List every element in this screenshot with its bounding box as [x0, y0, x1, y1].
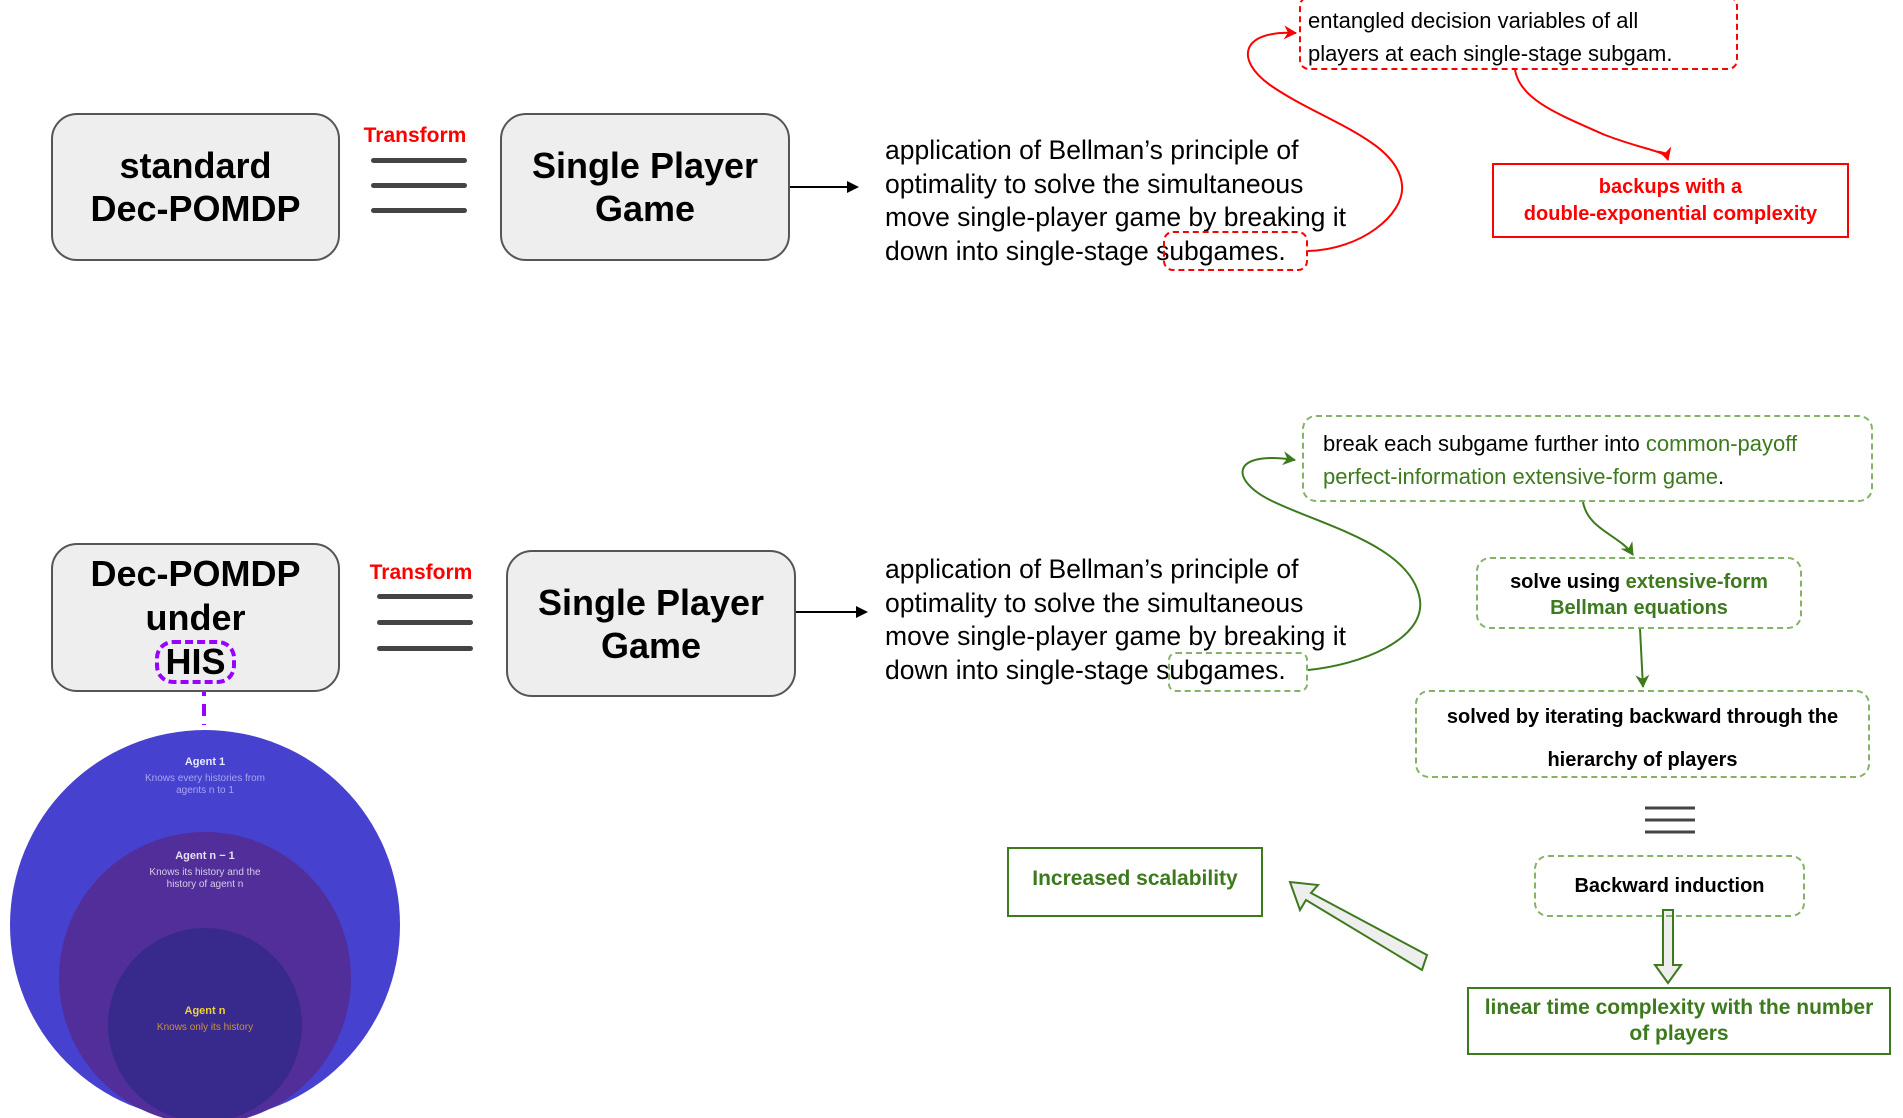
green-arrow-break-to-solve — [1582, 501, 1634, 556]
target-box-line1: Single Player — [531, 145, 759, 186]
explanation-line: optimality to solve the simultaneous — [885, 168, 1304, 199]
agent-1-label: Agent 1 Knows every histories from agent… — [85, 756, 325, 797]
dec-pomdp-under-his-box: Dec-POMDP under HIS — [51, 543, 340, 692]
entangled-line1: entangled decision variables of all — [1308, 8, 1639, 33]
source-box-line2: under — [145, 596, 246, 638]
bellman-equations-highlight: Bellman equations — [1550, 597, 1728, 619]
red-curve-entangled-to-backups — [1514, 69, 1672, 161]
subgames-dashed-frame-green — [1168, 652, 1308, 692]
his-highlight: HIS — [155, 639, 236, 684]
source-box-line2: Dec-POMDP — [90, 188, 301, 229]
extensive-form-game-highlight: perfect-information extensive-form game — [1323, 464, 1718, 489]
agent-n-label: Agent n Knows only its history — [85, 1005, 325, 1034]
equals-bar — [377, 594, 473, 599]
break-subgame-note: break each subgame further into common-p… — [1302, 415, 1873, 502]
agent-1-desc: Knows every histories from — [144, 773, 266, 784]
agent-n-minus-1-label: Agent n − 1 Knows its history and the hi… — [85, 850, 325, 891]
target-box-line2: Game — [594, 188, 696, 229]
break-suffix: . — [1717, 464, 1725, 489]
backward-induction-box: Backward induction — [1534, 855, 1805, 917]
explanation-line: down into single-stage — [885, 235, 1157, 266]
agent-n-minus-1-desc: Knows its history and the — [149, 867, 261, 878]
break-prefix: break each subgame further into — [1323, 431, 1646, 456]
explanation-line: down into single-stage — [885, 654, 1157, 685]
subgames-dashed-frame-red — [1163, 231, 1308, 271]
linear-line1: linear time complexity with the number — [1484, 996, 1874, 1019]
source-box-line1: Dec-POMDP — [90, 552, 301, 594]
iterate-line1: solved by iterating backward through the — [1446, 706, 1839, 728]
single-player-game-box-top: Single Player Game — [500, 113, 790, 261]
increased-scalability-box: Increased scalability — [1007, 847, 1263, 917]
explanation-line: move single-player game by breaking it — [885, 202, 1347, 233]
equals-bar — [377, 620, 473, 625]
agent-1-title: Agent 1 — [184, 756, 226, 768]
explanation-line: move single-player game by breaking it — [885, 621, 1347, 652]
iterate-backward-note: solved by iterating backward through the… — [1415, 690, 1870, 778]
solve-prefix: solve using — [1510, 571, 1626, 593]
agent-n-title: Agent n — [184, 1005, 226, 1017]
target-box-line2: Game — [600, 624, 702, 666]
common-payoff-highlight: common-payoff — [1645, 431, 1798, 456]
equals-bar — [377, 646, 473, 651]
linear-line2: of players — [1629, 1022, 1729, 1045]
equals-bar — [371, 208, 467, 213]
agent-n-minus-1-title: Agent n − 1 — [175, 850, 235, 862]
agent-n-minus-1-desc: history of agent n — [166, 879, 244, 890]
equals-symbol-bottom — [377, 594, 473, 651]
block-arrow-down — [1653, 909, 1683, 985]
iterate-line2: hierarchy of players — [1547, 749, 1738, 771]
green-arrow-solve-to-iterate — [1635, 628, 1650, 688]
standard-dec-pomdp-box: standard Dec-POMDP — [51, 113, 340, 261]
agent-1-desc: agents n to 1 — [176, 785, 234, 796]
entangled-variables-note: entangled decision variables of all play… — [1299, 0, 1738, 70]
solve-using-bellman-note: solve using extensive-form Bellman equat… — [1476, 557, 1802, 629]
agent-n-desc: Knows only its history — [156, 1022, 254, 1033]
extensive-form-highlight: extensive-form — [1625, 571, 1768, 593]
linear-time-complexity-box: linear time complexity with the number o… — [1467, 987, 1891, 1055]
transform-label-bottom: Transform — [369, 561, 473, 584]
equals-bar — [371, 158, 467, 163]
target-box-line1: Single Player — [537, 581, 765, 623]
result-line1: backups with a — [1598, 175, 1743, 198]
block-arrow-diagonal — [1288, 880, 1429, 972]
explanation-line: optimality to solve the simultaneous — [885, 587, 1304, 618]
explanation-line: application of Bellman’s principle of — [885, 135, 1299, 165]
entangled-line2: players at each single-stage subgam. — [1308, 41, 1673, 66]
result-line2: double-exponential complexity — [1523, 202, 1818, 225]
explanation-line: application of Bellman’s principle of — [885, 554, 1299, 584]
source-box-line1: standard — [119, 145, 272, 186]
double-exponential-complexity-box: backups with a double-exponential comple… — [1492, 163, 1849, 238]
single-player-game-box-bottom: Single Player Game — [506, 550, 796, 697]
equals-symbol-top — [371, 158, 467, 213]
transform-label-top: Transform — [363, 124, 467, 147]
equals-bar — [371, 183, 467, 188]
